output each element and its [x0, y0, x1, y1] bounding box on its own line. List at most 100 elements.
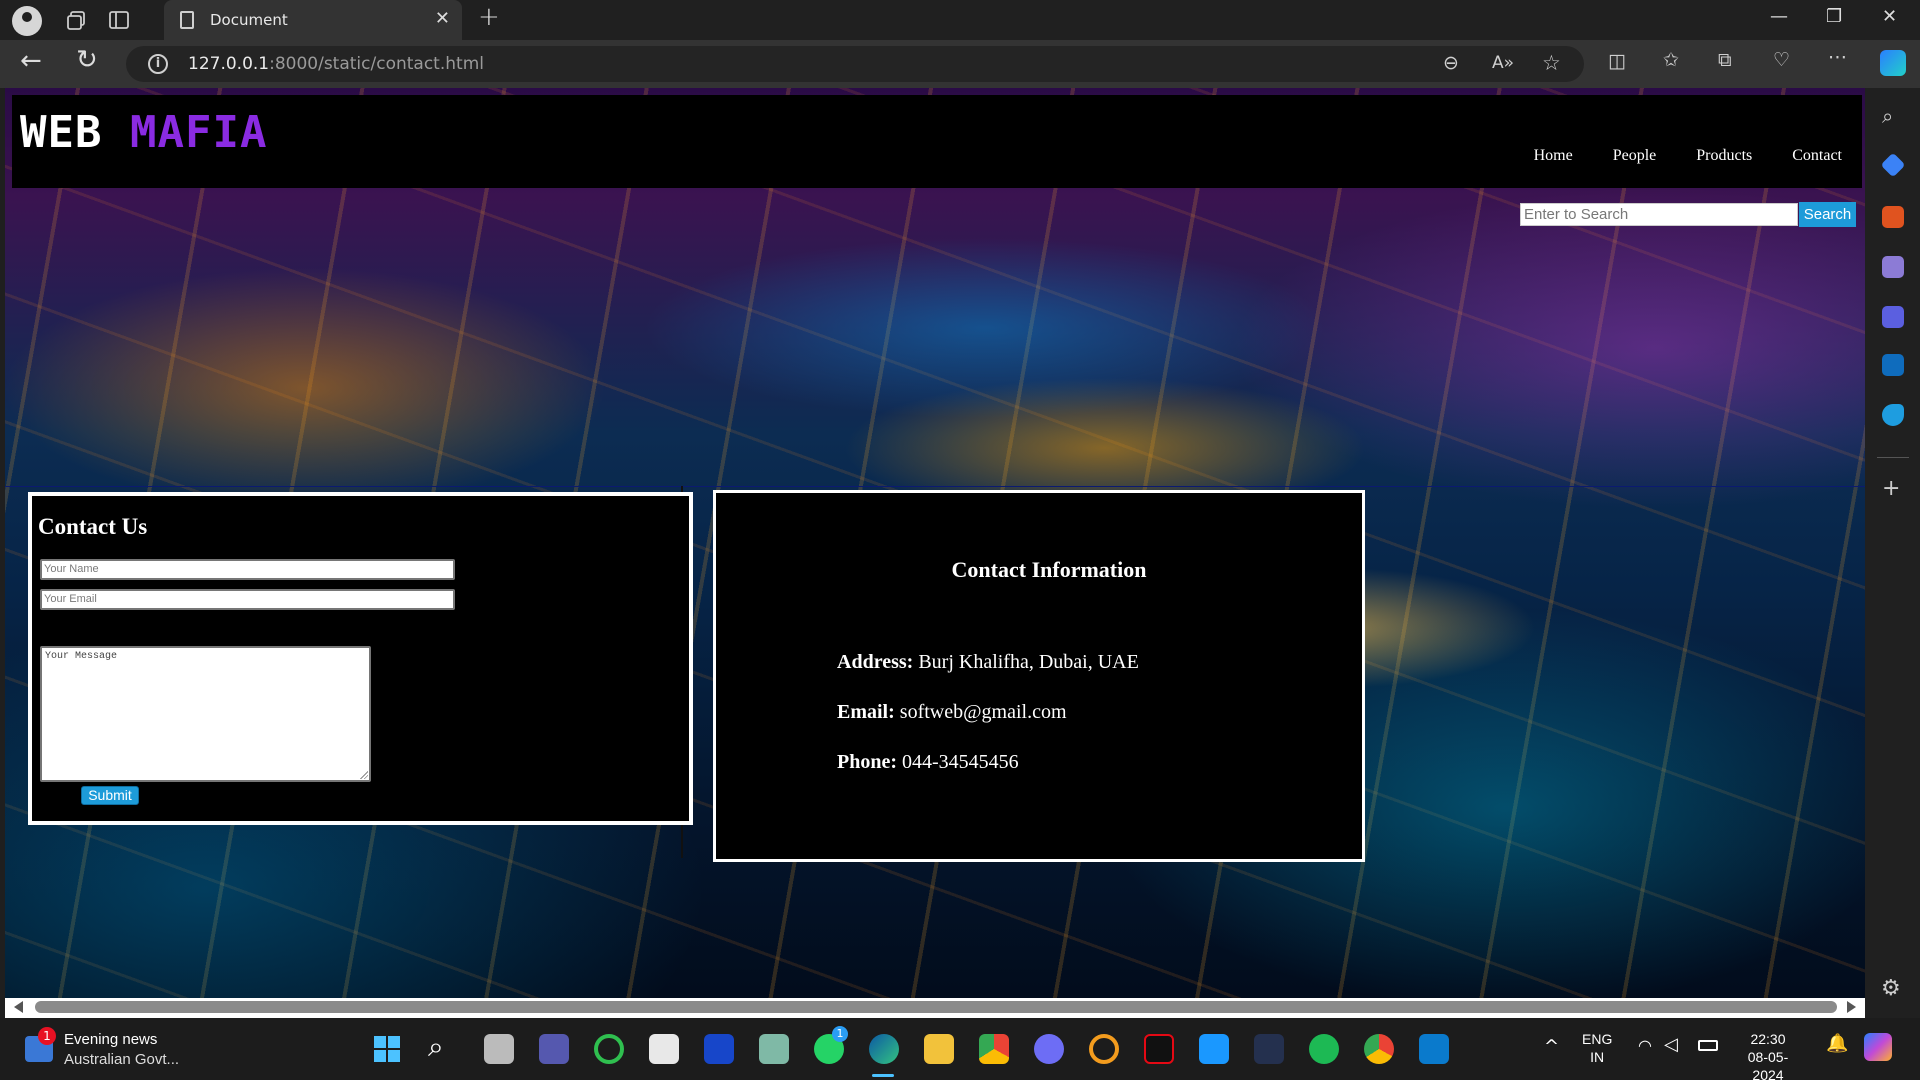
- back-icon[interactable]: ←: [20, 46, 42, 76]
- scroll-right-arrow-icon[interactable]: [1847, 1001, 1856, 1013]
- edge-icon[interactable]: [869, 1034, 899, 1064]
- message-placeholder: Your Message: [45, 651, 118, 662]
- zoom-out-icon[interactable]: ⊖: [1443, 52, 1459, 74]
- language-indicator[interactable]: ENG IN: [1582, 1030, 1612, 1066]
- windows-taskbar: 1 Evening news Australian Govt... ⌕ 1 ^ …: [0, 1018, 1920, 1080]
- nav-products[interactable]: Products: [1676, 147, 1772, 165]
- arc-app-icon[interactable]: [1034, 1034, 1064, 1064]
- copilot-icon[interactable]: [1880, 50, 1906, 76]
- colab-icon[interactable]: [1089, 1034, 1119, 1064]
- prime-video-icon[interactable]: [1199, 1034, 1229, 1064]
- clock[interactable]: 22:30 08-05-2024: [1736, 1030, 1800, 1080]
- windows-start-icon[interactable]: [372, 1034, 402, 1064]
- message-textarea[interactable]: Your Message: [40, 646, 371, 782]
- send-icon[interactable]: [1882, 404, 1904, 426]
- restore-icon[interactable]: ❐: [1826, 6, 1842, 27]
- sync-app-icon[interactable]: [594, 1034, 624, 1064]
- taskbar-search-icon[interactable]: ⌕: [428, 1030, 444, 1064]
- submit-button[interactable]: Submit: [81, 786, 139, 805]
- close-window-icon[interactable]: ✕: [1882, 6, 1897, 27]
- games-icon[interactable]: [1882, 256, 1904, 278]
- browser-tab-bar: Document ✕ + — ❐ ✕: [0, 0, 1920, 40]
- workspaces-icon[interactable]: [66, 9, 88, 31]
- search-button[interactable]: Search: [1799, 202, 1856, 227]
- nav-home[interactable]: Home: [1514, 147, 1593, 165]
- site-logo[interactable]: WEB MAFIA: [20, 107, 267, 158]
- contact-form-title: Contact Us: [38, 514, 148, 539]
- minimize-icon[interactable]: —: [1770, 6, 1788, 27]
- horizontal-scrollbar[interactable]: [5, 998, 1865, 1018]
- browser-sidebar: ⌕ + ⚙: [1865, 88, 1920, 1018]
- scrollbar-thumb[interactable]: [35, 1001, 1837, 1013]
- document-icon: [180, 11, 194, 29]
- dh-app-icon[interactable]: [1254, 1034, 1284, 1064]
- chatgpt-icon[interactable]: [759, 1034, 789, 1064]
- email-line: Email: softweb@gmail.com: [837, 701, 1067, 723]
- netflix-icon[interactable]: [1144, 1034, 1174, 1064]
- l-app-icon[interactable]: [704, 1034, 734, 1064]
- nav-contact[interactable]: Contact: [1772, 147, 1862, 165]
- browser-toolbar: ← ↻ i 127.0.0.1:8000/static/contact.html…: [0, 40, 1920, 88]
- settings-gear-icon[interactable]: ⚙: [1881, 976, 1901, 1001]
- info-icon[interactable]: i: [148, 54, 168, 74]
- screen: Document ✕ + — ❐ ✕ ← ↻ i 127.0.0.1:8000/…: [0, 0, 1920, 1080]
- reload-icon[interactable]: ↻: [76, 45, 98, 75]
- vscode-icon[interactable]: [1419, 1034, 1449, 1064]
- page-viewport: WEB MAFIA Home People Products Contact E…: [5, 88, 1865, 998]
- whatsapp-badge: 1: [832, 1026, 848, 1042]
- scroll-left-arrow-icon[interactable]: [14, 1001, 23, 1013]
- chrome-icon[interactable]: [979, 1034, 1009, 1064]
- copilot-sidebar-icon[interactable]: [1882, 306, 1904, 328]
- contact-form: Contact Us Your Name Your Email Your Mes…: [28, 492, 693, 825]
- email-input[interactable]: Your Email: [40, 589, 455, 610]
- sidebar-divider: [1877, 457, 1909, 458]
- notifications-bell-icon[interactable]: 🔔: [1826, 1033, 1848, 1054]
- resize-handle[interactable]: [360, 771, 368, 779]
- task-view-icon[interactable]: [484, 1034, 514, 1064]
- address-bar[interactable]: i 127.0.0.1:8000/static/contact.html ⊖ A…: [126, 46, 1584, 82]
- contact-info-title: Contact Information: [951, 557, 1147, 582]
- tab-title: Document: [210, 11, 288, 29]
- news-badge: 1: [38, 1027, 56, 1045]
- active-indicator: [872, 1074, 894, 1077]
- shopping-tag-icon[interactable]: [1880, 152, 1906, 178]
- store-icon[interactable]: [649, 1034, 679, 1064]
- read-aloud-icon[interactable]: A»: [1492, 53, 1514, 73]
- file-explorer-icon[interactable]: [924, 1034, 954, 1064]
- more-options-icon[interactable]: ⋯: [1828, 46, 1847, 68]
- phone-line: Phone: 044-34545456: [837, 751, 1019, 773]
- spotify-icon[interactable]: [1309, 1034, 1339, 1064]
- wifi-icon[interactable]: ◠: [1638, 1036, 1652, 1055]
- volume-icon[interactable]: ◁: [1664, 1034, 1678, 1055]
- contact-info-panel: Contact Information Address: Burj Khalif…: [713, 490, 1365, 862]
- address-line: Address: Burj Khalifha, Dubai, UAE: [837, 651, 1139, 673]
- search-icon[interactable]: ⌕: [1882, 104, 1893, 128]
- divider-line: [5, 486, 1865, 487]
- news-title[interactable]: Evening news: [64, 1031, 157, 1048]
- copilot-taskbar-icon[interactable]: [1864, 1033, 1892, 1061]
- profile-icon[interactable]: [12, 6, 42, 36]
- site-header: WEB MAFIA Home People Products Contact: [12, 95, 1862, 188]
- chrome-profile-icon[interactable]: [1364, 1034, 1394, 1064]
- favorite-star-icon[interactable]: ☆: [1542, 51, 1561, 75]
- teams-icon[interactable]: [539, 1034, 569, 1064]
- outlook-icon[interactable]: [1882, 354, 1904, 376]
- tab-actions-icon[interactable]: [108, 9, 130, 31]
- search-input[interactable]: Enter to Search: [1520, 203, 1798, 226]
- browser-essentials-icon[interactable]: ♡: [1773, 49, 1790, 71]
- add-sidebar-icon[interactable]: +: [1882, 476, 1900, 501]
- name-input[interactable]: Your Name: [40, 559, 455, 580]
- collections-icon[interactable]: ⧉: [1718, 49, 1732, 71]
- site-nav: Home People Products Contact: [1514, 147, 1862, 165]
- url-text: 127.0.0.1:8000/static/contact.html: [188, 54, 484, 74]
- new-tab-icon[interactable]: +: [478, 2, 500, 32]
- news-subtitle[interactable]: Australian Govt...: [64, 1051, 179, 1068]
- show-hidden-icons-icon[interactable]: ^: [1544, 1036, 1559, 1057]
- split-screen-icon[interactable]: ◫: [1608, 50, 1626, 72]
- battery-icon[interactable]: [1698, 1040, 1718, 1051]
- tab-document[interactable]: Document ✕: [164, 0, 462, 40]
- tools-icon[interactable]: [1882, 206, 1904, 228]
- close-tab-icon[interactable]: ✕: [435, 8, 450, 29]
- favorites-icon[interactable]: ✩: [1663, 49, 1679, 71]
- nav-people[interactable]: People: [1593, 147, 1677, 165]
